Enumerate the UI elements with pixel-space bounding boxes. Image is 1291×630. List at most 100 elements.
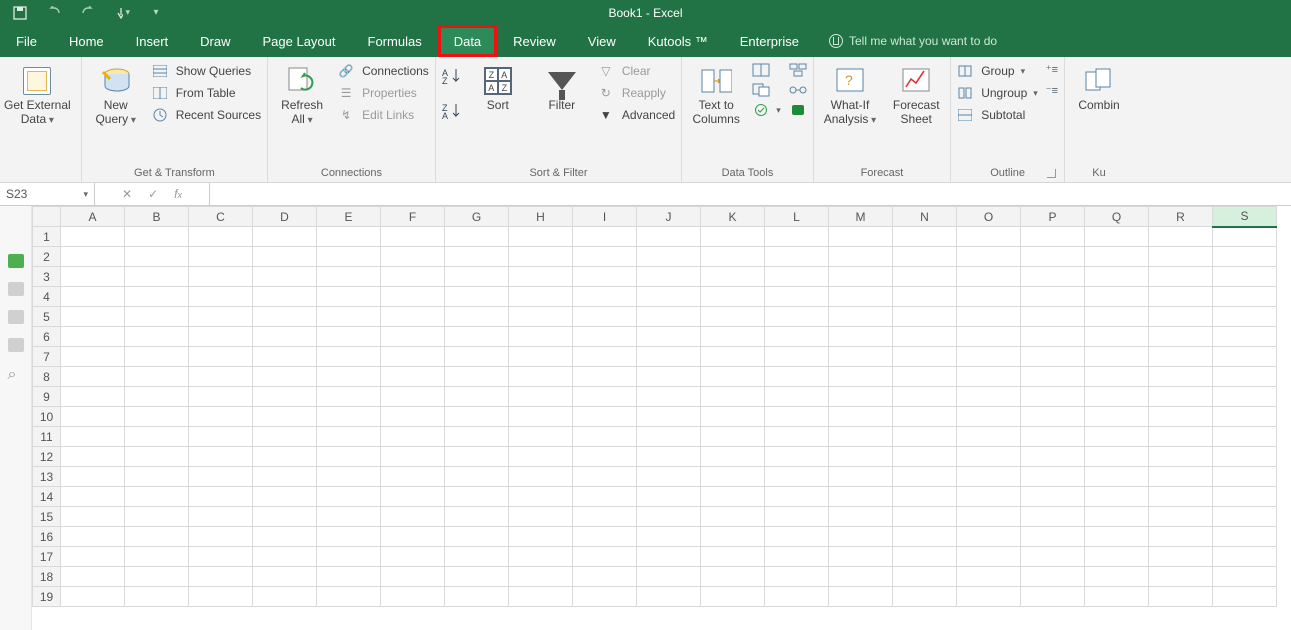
cell-N17[interactable] <box>893 547 957 567</box>
cell-K3[interactable] <box>701 267 765 287</box>
col-header-K[interactable]: K <box>701 207 765 227</box>
cell-F15[interactable] <box>381 507 445 527</box>
cell-D2[interactable] <box>253 247 317 267</box>
cell-N16[interactable] <box>893 527 957 547</box>
cell-G4[interactable] <box>445 287 509 307</box>
cell-J14[interactable] <box>637 487 701 507</box>
reapply-button[interactable]: ↻Reapply <box>598 85 675 101</box>
cell-I10[interactable] <box>573 407 637 427</box>
cell-S1[interactable] <box>1213 227 1277 247</box>
tab-formulas[interactable]: Formulas <box>352 25 438 57</box>
col-header-S[interactable]: S <box>1213 207 1277 227</box>
cell-S4[interactable] <box>1213 287 1277 307</box>
select-all-corner[interactable] <box>33 207 61 227</box>
cell-R13[interactable] <box>1149 467 1213 487</box>
cell-F12[interactable] <box>381 447 445 467</box>
cell-K11[interactable] <box>701 427 765 447</box>
row-header-9[interactable]: 9 <box>33 387 61 407</box>
tab-view[interactable]: View <box>572 25 632 57</box>
cell-C9[interactable] <box>189 387 253 407</box>
cell-L17[interactable] <box>765 547 829 567</box>
cell-F10[interactable] <box>381 407 445 427</box>
cell-L9[interactable] <box>765 387 829 407</box>
cell-M3[interactable] <box>829 267 893 287</box>
cell-B6[interactable] <box>125 327 189 347</box>
cell-S13[interactable] <box>1213 467 1277 487</box>
cell-I19[interactable] <box>573 587 637 607</box>
cell-A7[interactable] <box>61 347 125 367</box>
cell-O8[interactable] <box>957 367 1021 387</box>
cell-G1[interactable] <box>445 227 509 247</box>
cell-I5[interactable] <box>573 307 637 327</box>
cell-N7[interactable] <box>893 347 957 367</box>
cell-L13[interactable] <box>765 467 829 487</box>
cell-A4[interactable] <box>61 287 125 307</box>
cell-L1[interactable] <box>765 227 829 247</box>
cell-grid[interactable]: ABCDEFGHIJKLMNOPQRS123456789101112131415… <box>32 206 1291 630</box>
cell-B5[interactable] <box>125 307 189 327</box>
cell-D15[interactable] <box>253 507 317 527</box>
tab-insert[interactable]: Insert <box>120 25 185 57</box>
cell-S15[interactable] <box>1213 507 1277 527</box>
cell-H17[interactable] <box>509 547 573 567</box>
cell-A10[interactable] <box>61 407 125 427</box>
cell-O3[interactable] <box>957 267 1021 287</box>
cell-J8[interactable] <box>637 367 701 387</box>
cell-J1[interactable] <box>637 227 701 247</box>
cell-C14[interactable] <box>189 487 253 507</box>
cell-B15[interactable] <box>125 507 189 527</box>
cell-S9[interactable] <box>1213 387 1277 407</box>
tab-draw[interactable]: Draw <box>184 25 246 57</box>
cell-L18[interactable] <box>765 567 829 587</box>
cell-S6[interactable] <box>1213 327 1277 347</box>
cell-C17[interactable] <box>189 547 253 567</box>
cell-I6[interactable] <box>573 327 637 347</box>
cell-Q10[interactable] <box>1085 407 1149 427</box>
cell-R19[interactable] <box>1149 587 1213 607</box>
cell-O13[interactable] <box>957 467 1021 487</box>
filter-button[interactable]: Filter <box>534 61 590 113</box>
cell-E18[interactable] <box>317 567 381 587</box>
cell-M8[interactable] <box>829 367 893 387</box>
col-header-R[interactable]: R <box>1149 207 1213 227</box>
cell-G11[interactable] <box>445 427 509 447</box>
advanced-filter-button[interactable]: ▼Advanced <box>598 107 675 123</box>
cell-A2[interactable] <box>61 247 125 267</box>
custom-view-icon[interactable] <box>8 338 24 352</box>
cell-J12[interactable] <box>637 447 701 467</box>
cell-A18[interactable] <box>61 567 125 587</box>
cell-G2[interactable] <box>445 247 509 267</box>
cell-O5[interactable] <box>957 307 1021 327</box>
cell-R12[interactable] <box>1149 447 1213 467</box>
row-header-18[interactable]: 18 <box>33 567 61 587</box>
cell-S8[interactable] <box>1213 367 1277 387</box>
cell-B9[interactable] <box>125 387 189 407</box>
cell-N18[interactable] <box>893 567 957 587</box>
cell-M2[interactable] <box>829 247 893 267</box>
cell-D8[interactable] <box>253 367 317 387</box>
row-header-11[interactable]: 11 <box>33 427 61 447</box>
cell-H11[interactable] <box>509 427 573 447</box>
col-header-J[interactable]: J <box>637 207 701 227</box>
cell-N5[interactable] <box>893 307 957 327</box>
row-header-3[interactable]: 3 <box>33 267 61 287</box>
cell-G7[interactable] <box>445 347 509 367</box>
cell-H10[interactable] <box>509 407 573 427</box>
cell-J17[interactable] <box>637 547 701 567</box>
cell-G17[interactable] <box>445 547 509 567</box>
cell-L4[interactable] <box>765 287 829 307</box>
cell-O7[interactable] <box>957 347 1021 367</box>
cell-P9[interactable] <box>1021 387 1085 407</box>
cell-K8[interactable] <box>701 367 765 387</box>
cell-E1[interactable] <box>317 227 381 247</box>
row-header-12[interactable]: 12 <box>33 447 61 467</box>
cell-B11[interactable] <box>125 427 189 447</box>
cell-I3[interactable] <box>573 267 637 287</box>
cell-D12[interactable] <box>253 447 317 467</box>
forecast-sheet-button[interactable]: Forecast Sheet <box>888 61 944 127</box>
col-header-D[interactable]: D <box>253 207 317 227</box>
cell-S3[interactable] <box>1213 267 1277 287</box>
cell-S12[interactable] <box>1213 447 1277 467</box>
cell-G12[interactable] <box>445 447 509 467</box>
cell-P5[interactable] <box>1021 307 1085 327</box>
